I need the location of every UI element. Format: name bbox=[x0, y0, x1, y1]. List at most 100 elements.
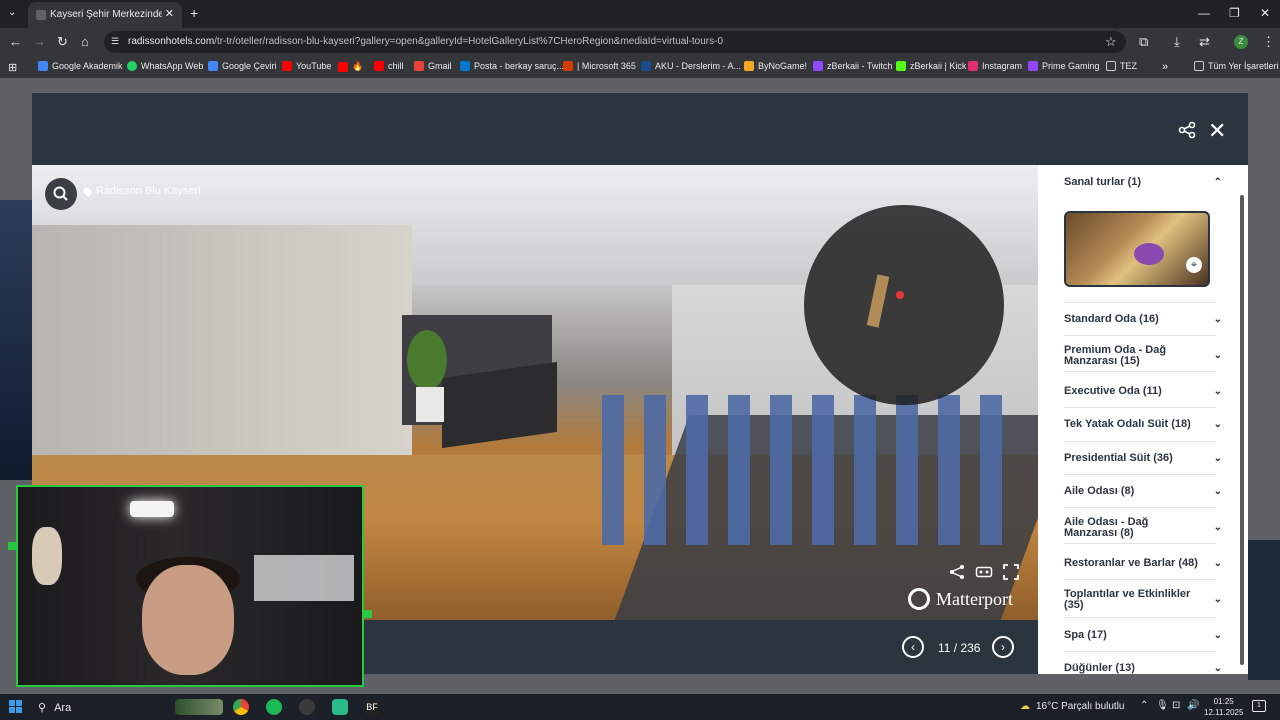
matterport-logo[interactable]: Matterport bbox=[908, 588, 1013, 610]
home-icon[interactable]: ⌂ bbox=[81, 34, 89, 49]
bookmark-microsoft-365[interactable]: | Microsoft 365 bbox=[563, 61, 636, 71]
notification-center-icon[interactable]: 1 bbox=[1252, 700, 1266, 712]
bookmark-label: AKU - Derslerim - A... bbox=[655, 61, 742, 71]
bookmark-youtube-fire[interactable]: 🔥 bbox=[338, 61, 363, 72]
guitar bbox=[32, 527, 62, 585]
webcam-resize-handle[interactable] bbox=[8, 542, 16, 550]
bookmark-whatsapp[interactable]: WhatsApp Web bbox=[127, 61, 203, 71]
spotify-icon[interactable] bbox=[266, 699, 282, 715]
category-family-room-mountain[interactable]: Aile Odası - Dağ Manzarası (8) ⌄ bbox=[1064, 517, 1222, 539]
virtual-tour-thumbnail[interactable]: ⌖ bbox=[1064, 211, 1210, 287]
tab-list-chevron-icon[interactable]: ⌄ bbox=[8, 7, 16, 18]
apps-grid-icon[interactable]: ⊞ bbox=[8, 61, 17, 74]
obs-icon[interactable] bbox=[299, 699, 315, 715]
folder-icon bbox=[1194, 61, 1204, 71]
bar-counter bbox=[442, 361, 557, 449]
vr-mode-icon[interactable] bbox=[975, 563, 993, 581]
category-spa[interactable]: Spa (17) ⌄ bbox=[1064, 630, 1222, 642]
new-tab-button[interactable]: + bbox=[190, 5, 198, 21]
app-icon[interactable] bbox=[332, 699, 348, 715]
bookmark-google-akademik[interactable]: Google Akademik bbox=[38, 61, 123, 71]
fullscreen-icon[interactable] bbox=[1002, 563, 1020, 581]
search-highlight-icon[interactable] bbox=[175, 699, 223, 715]
share-icon[interactable] bbox=[1178, 121, 1196, 139]
bookmark-star-icon[interactable]: ☆ bbox=[1105, 34, 1117, 50]
bf-app-icon[interactable]: BF bbox=[364, 699, 380, 715]
bookmark-label: Gmail bbox=[428, 61, 452, 71]
minimize-window-icon[interactable]: — bbox=[1198, 6, 1210, 20]
category-standard-room[interactable]: Standard Oda (16) ⌄ bbox=[1064, 314, 1222, 326]
bookmark-aku[interactable]: AKU - Derslerim - A... bbox=[641, 61, 741, 71]
category-family-room[interactable]: Aile Odası (8) ⌄ bbox=[1064, 486, 1222, 498]
extensions-icon[interactable]: ⧉ bbox=[1139, 34, 1148, 50]
tray-overflow-icon[interactable]: ⌃ bbox=[1140, 700, 1148, 711]
category-presidential-suite[interactable]: Presidential Süit (36) ⌄ bbox=[1064, 453, 1222, 465]
instagram-icon bbox=[968, 61, 978, 71]
tab-close-icon[interactable]: ✕ bbox=[165, 7, 174, 20]
category-premium-room-mountain[interactable]: Premium Oda - Dağ Manzarası (15) ⌄ bbox=[1064, 345, 1222, 367]
sidebar-scrollbar[interactable] bbox=[1240, 195, 1244, 665]
bookmark-label: | Microsoft 365 bbox=[577, 61, 636, 71]
search-icon: ⚲ bbox=[38, 702, 47, 714]
bookmark-label: Google Akademik bbox=[52, 61, 123, 71]
reload-icon[interactable]: ↻ bbox=[57, 34, 68, 50]
volume-icon[interactable]: 🔊 bbox=[1187, 700, 1199, 711]
bookmark-bynogame[interactable]: ByNoGame! bbox=[744, 61, 807, 71]
bookmark-twitch[interactable]: zBerkaii - Twitch bbox=[813, 61, 892, 71]
viewer-share-icon[interactable] bbox=[948, 563, 966, 581]
clock-time: 01:25 bbox=[1213, 697, 1234, 706]
viewer-search-button[interactable] bbox=[45, 178, 77, 210]
all-bookmarks-button[interactable]: Tüm Yer İşaretleri bbox=[1194, 61, 1279, 71]
chevron-down-icon: ⌄ bbox=[1213, 314, 1222, 325]
taskbar-search[interactable]: ⚲ Ara bbox=[38, 701, 71, 715]
neon-sign bbox=[130, 501, 174, 517]
category-restaurants-bars[interactable]: Restoranlar ve Barlar (48) ⌄ bbox=[1064, 558, 1222, 570]
site-settings-icon[interactable]: ☰ bbox=[111, 36, 121, 46]
bookmark-instagram[interactable]: Instagram bbox=[968, 61, 1022, 71]
bookmark-label: Posta - berkay saruç... bbox=[474, 61, 565, 71]
weather-widget[interactable]: ☁ 16°C Parçalı bulutlu bbox=[1020, 701, 1125, 712]
webcam-resize-handle[interactable] bbox=[364, 610, 372, 618]
url-host: radissonhotels.com bbox=[128, 36, 215, 47]
category-executive-room[interactable]: Executive Oda (11) ⌄ bbox=[1064, 386, 1222, 398]
windows-start-icon[interactable] bbox=[9, 700, 23, 714]
bookmark-posta[interactable]: Posta - berkay saruç... bbox=[460, 61, 564, 71]
youtube-icon bbox=[282, 61, 292, 71]
bookmark-chill[interactable]: chill bbox=[374, 61, 404, 71]
profile-avatar[interactable]: Z bbox=[1234, 35, 1248, 49]
translate-icon[interactable]: ⇄ bbox=[1199, 34, 1210, 50]
back-icon[interactable]: ← bbox=[9, 34, 22, 49]
system-clock[interactable]: 01:25 12.11.2025 bbox=[1204, 696, 1243, 718]
bookmark-youtube[interactable]: YouTube bbox=[282, 61, 331, 71]
bookmark-google-ceviri[interactable]: Google Çeviri bbox=[208, 61, 277, 71]
clock-date: 12.11.2025 bbox=[1204, 708, 1244, 717]
bookmark-label: chill bbox=[388, 61, 404, 71]
weather-text: 16°C Parçalı bulutlu bbox=[1036, 701, 1125, 712]
tour-location-label: Radisson Blu Kayseri bbox=[81, 185, 201, 197]
forward-icon[interactable]: → bbox=[33, 34, 46, 49]
bookmarks-overflow-button[interactable]: » bbox=[1162, 61, 1168, 73]
category-weddings[interactable]: Düğünler (13) ⌄ bbox=[1064, 663, 1222, 675]
dollhouse-minimap[interactable] bbox=[804, 205, 1004, 405]
bookmark-kick[interactable]: zBerkaii | Kick bbox=[896, 61, 966, 71]
close-gallery-icon[interactable]: ✕ bbox=[1208, 118, 1226, 144]
restore-window-icon[interactable]: ❐ bbox=[1229, 6, 1240, 20]
gmail-icon bbox=[414, 61, 424, 71]
chrome-icon[interactable] bbox=[233, 699, 249, 715]
bookmark-prime-gaming[interactable]: Prime Gaming bbox=[1028, 61, 1100, 71]
category-virtual-tours[interactable]: Sanal turlar (1) ⌃ bbox=[1064, 177, 1222, 189]
close-window-icon[interactable]: ✕ bbox=[1260, 6, 1270, 20]
browser-menu-icon[interactable]: ⋮ bbox=[1262, 34, 1275, 50]
previous-image-button[interactable]: ‹ bbox=[902, 636, 924, 658]
url-text[interactable]: radissonhotels.com/tr-tr/oteller/radisso… bbox=[128, 36, 723, 47]
downloads-icon[interactable]: ⤓ bbox=[1174, 34, 1180, 50]
category-single-bedroom-suite[interactable]: Tek Yatak Odalı Süit (18) ⌄ bbox=[1064, 419, 1222, 431]
microphone-icon[interactable]: 🎙 bbox=[1156, 700, 1169, 711]
next-image-button[interactable]: › bbox=[992, 636, 1014, 658]
browser-tab[interactable]: Kayseri Şehir Merkezindeki Ot ✕ bbox=[28, 2, 182, 28]
category-meetings-events[interactable]: Toplantılar ve Etkinlikler (35) ⌄ bbox=[1064, 589, 1222, 611]
bookmark-gmail[interactable]: Gmail bbox=[414, 61, 452, 71]
chevron-down-icon: ⌄ bbox=[1213, 386, 1222, 397]
bookmark-folder-tez[interactable]: TEZ bbox=[1106, 61, 1137, 71]
network-icon[interactable]: ⊡ bbox=[1172, 700, 1180, 711]
